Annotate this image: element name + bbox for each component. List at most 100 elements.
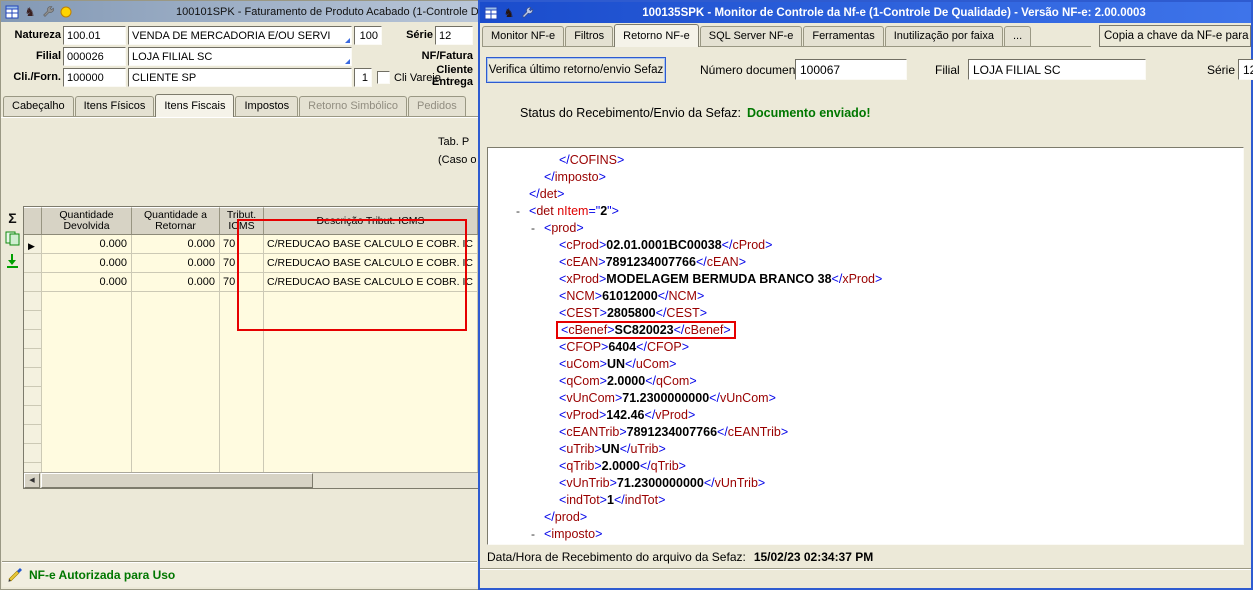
collapse-toggle-icon[interactable]: - [516, 203, 520, 220]
row-selector-cell[interactable] [24, 273, 42, 292]
row-selector-cell[interactable] [24, 425, 42, 444]
sum-tool-icon[interactable]: Σ [4, 209, 21, 226]
serie-field[interactable]: 12 [1238, 59, 1253, 80]
grid-empty-cell [132, 311, 220, 330]
grid-cell[interactable]: C/REDUCAO BASE CALCULO E COBR. IC [264, 273, 478, 292]
cli-varejo-checkbox[interactable] [377, 71, 390, 84]
xml-token: > [609, 476, 617, 490]
natureza-extra-field[interactable]: 100 [354, 26, 382, 45]
collapse-toggle-icon[interactable]: - [531, 526, 535, 543]
panel-partial-text-1: Tab. P [438, 136, 470, 148]
grid-empty-cell [220, 444, 264, 463]
sefaz-status-line: Status do Recebimento/Envio da Sefaz: Doc… [520, 106, 871, 120]
grid-empty-row [24, 311, 478, 330]
grid-cell[interactable]: 0.000 [42, 254, 132, 273]
copy-nfe-key-button[interactable]: Copia a chave da NF-e para [1099, 25, 1251, 47]
xml-token: > [658, 493, 666, 507]
xml-token: cBenef [568, 323, 608, 337]
grid-header-tribut-icms[interactable]: Tribut. ICMS [220, 207, 264, 234]
xml-token: > [599, 306, 607, 320]
xml-token: </ [544, 170, 555, 184]
grid-data-row[interactable]: ▶ 0.000 0.000 70 C/REDUCAO BASE CALCULO E CO… [24, 235, 478, 254]
left-tab-cabe-alho[interactable]: Cabeçalho [3, 96, 74, 116]
row-selector-cell[interactable] [24, 292, 42, 311]
verify-last-return-button[interactable]: Verifica último retorno/envio Sefaz [486, 57, 666, 83]
grid-data-row[interactable]: 0.000 0.000 70 C/REDUCAO BASE CALCULO E COB… [24, 273, 478, 292]
grid-cell[interactable]: 70 [220, 273, 264, 292]
items-grid: Quantidade Devolvida Quantidade a Retorn… [23, 206, 479, 489]
grid-header-descricao[interactable]: Descrição Tribut. ICMS [264, 207, 478, 234]
xml-line-cEAN: <cEAN>7891234007766</cEAN> [488, 254, 1243, 271]
row-selector-cell[interactable] [24, 463, 42, 472]
filial-code-field[interactable]: 000026 [63, 47, 126, 66]
export-down-tool-icon[interactable] [4, 252, 21, 269]
grid-cell[interactable]: 70 [220, 235, 264, 254]
grid-cell[interactable]: 0.000 [42, 273, 132, 292]
right-tab-retorno-nf-e[interactable]: Retorno NF-e [614, 24, 699, 47]
xml-token: cEANTrib [727, 425, 781, 439]
sefaz-status-value: Documento enviado! [746, 106, 871, 120]
cli-forn-extra-field[interactable]: 1 [354, 68, 372, 87]
grid-cell[interactable]: C/REDUCAO BASE CALCULO E COBR. IC [264, 254, 478, 273]
xml-token: 1 [606, 493, 614, 507]
xml-viewer-panel[interactable]: </COFINS> </imposto> </det> - <det nItem="2"… [487, 147, 1244, 545]
grid-header-qtd-retornar[interactable]: Quantidade a Retornar [132, 207, 220, 234]
serie-field[interactable]: 12 [435, 26, 473, 45]
natureza-code-field[interactable]: 100.01 [63, 26, 126, 45]
xml-token: > [594, 459, 602, 473]
right-tab-ferramentas[interactable]: Ferramentas [803, 26, 884, 46]
filial-field[interactable]: LOJA FILIAL SC [968, 59, 1146, 80]
filial-desc-field[interactable]: LOJA FILIAL SC [128, 47, 352, 66]
grid-cell[interactable]: 0.000 [132, 273, 220, 292]
left-titlebar[interactable]: ♞ 100101SPK - Faturamento de Produto Aca… [1, 1, 478, 22]
right-tab-sql-server-nf-e[interactable]: SQL Server NF-e [699, 26, 803, 46]
row-selector-cell[interactable] [24, 444, 42, 463]
row-selector-cell[interactable] [24, 311, 42, 330]
right-tab-filtros[interactable]: Filtros [565, 26, 614, 46]
left-tab-itens-fiscais[interactable]: Itens Fiscais [155, 94, 235, 117]
xml-token: > [595, 527, 603, 541]
grid-header-qtd-devolvida[interactable]: Quantidade Devolvida [42, 207, 132, 234]
row-selector-cell[interactable] [24, 330, 42, 349]
scroll-thumb[interactable] [41, 473, 313, 488]
xml-line-CEST: <CEST>2805800</CEST> [488, 305, 1243, 322]
grid-cell[interactable]: C/REDUCAO BASE CALCULO E COBR. IC [264, 235, 478, 254]
copy-sheets-tool-icon[interactable] [4, 230, 21, 247]
right-titlebar[interactable]: ♞ 100135SPK - Monitor de Controle da Nf-… [480, 2, 1251, 23]
row-selector-cell[interactable] [24, 368, 42, 387]
h-scrollbar[interactable]: ◀ [24, 472, 478, 488]
right-tab-tab[interactable]: ... [1003, 26, 1032, 46]
cli-forn-code-field[interactable]: 100000 [63, 68, 126, 87]
xml-token: > [723, 323, 731, 337]
left-tab-itens-f-sicos[interactable]: Itens Físicos [74, 96, 155, 116]
grid-cell[interactable]: 70 [220, 254, 264, 273]
xml-token: vUnCom [719, 391, 769, 405]
grid-cell[interactable]: 0.000 [132, 235, 220, 254]
xml-token: qCom [566, 374, 600, 388]
row-selector-cell[interactable] [24, 406, 42, 425]
form-grid-icon [483, 5, 499, 21]
right-tab-monitor-nf-e[interactable]: Monitor NF-e [482, 26, 565, 46]
scroll-left-button[interactable]: ◀ [24, 473, 40, 488]
grid-empty-cell [264, 349, 478, 368]
row-selector-cell[interactable]: ▶ [24, 235, 42, 254]
natureza-desc-field[interactable]: VENDA DE MERCADORIA E/OU SERVI [128, 26, 352, 45]
xml-line-vUnTrib: <vUnTrib>71.2300000000</vUnTrib> [488, 475, 1243, 492]
row-selector-cell[interactable] [24, 349, 42, 368]
left-tab-impostos[interactable]: Impostos [235, 96, 299, 116]
collapse-toggle-icon[interactable]: - [531, 220, 535, 237]
sefaz-datetime-value: 15/02/23 02:34:37 PM [753, 550, 874, 564]
grid-data-row[interactable]: 0.000 0.000 70 C/REDUCAO BASE CALCULO E COB… [24, 254, 478, 273]
xml-element: <qTrib>2.0000</qTrib> [559, 459, 686, 473]
highlighted-xml-element: <cBenef>SC820023</cBenef> [556, 321, 736, 339]
grid-empty-cell [42, 387, 132, 406]
right-tab-inutiliza-o-por-faixa[interactable]: Inutilização por faixa [884, 26, 1003, 46]
grid-cell[interactable]: 0.000 [42, 235, 132, 254]
cli-forn-desc-field[interactable]: CLIENTE SP [128, 68, 352, 87]
xml-token: > [598, 170, 606, 184]
panel-partial-text-2: (Caso o [438, 154, 477, 166]
grid-cell[interactable]: 0.000 [132, 254, 220, 273]
row-selector-cell[interactable] [24, 254, 42, 273]
row-selector-cell[interactable] [24, 387, 42, 406]
numero-documento-field[interactable]: 100067 [795, 59, 907, 80]
